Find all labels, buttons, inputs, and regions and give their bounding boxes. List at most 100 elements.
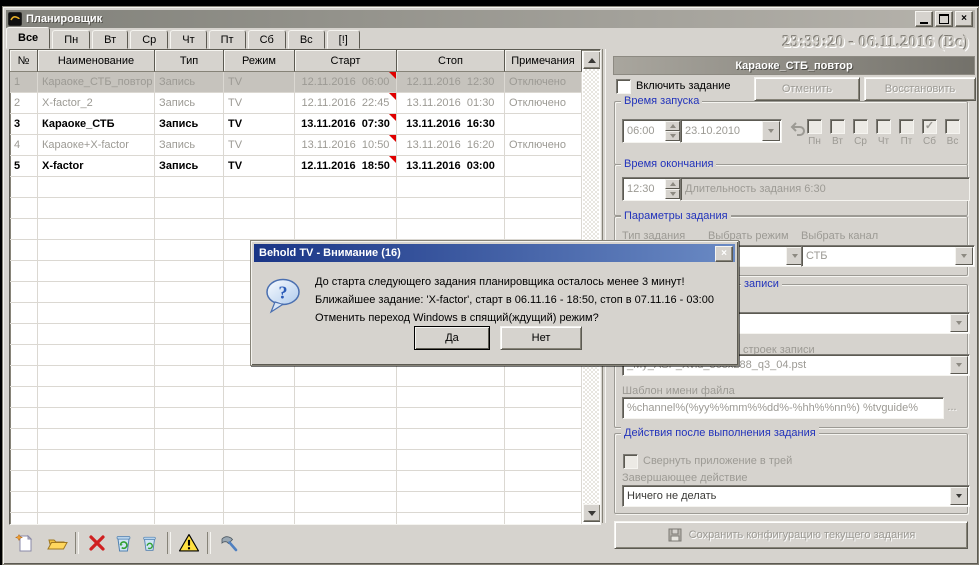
dialog-message: До старта следующего задания планировщик… [315, 273, 714, 327]
col-header-stop[interactable]: Стоп [397, 50, 505, 72]
cell-type: Запись [155, 156, 224, 177]
weekday-sat[interactable]: ✓Сб [918, 119, 941, 147]
scroll-down-button[interactable] [583, 504, 601, 522]
toolbar-separator [207, 532, 211, 554]
table-row[interactable]: 1 Караоке_СТБ_повтор Запись TV 12.11.201… [10, 72, 582, 93]
start-corner-mark [389, 114, 396, 121]
col-header-notes[interactable]: Примечания [505, 50, 582, 72]
cell-start: 13.11.2016 07:30 [295, 114, 397, 135]
table-row[interactable]: 4 Караоке+X-factor Запись TV 13.11.2016 … [10, 135, 582, 156]
tab-sat[interactable]: Сб [248, 30, 286, 49]
tab-fri[interactable]: Пт [209, 30, 246, 49]
arrow-up-icon [588, 58, 596, 63]
warnings-button[interactable] [176, 531, 202, 555]
maximize-button[interactable] [935, 11, 953, 27]
cell-note: Отключено [505, 135, 582, 156]
col-header-start[interactable]: Старт [295, 50, 397, 72]
table-row-empty [10, 198, 582, 219]
close-icon: × [961, 14, 967, 24]
cell-type: Запись [155, 93, 224, 114]
tab-sun[interactable]: Вс [288, 30, 325, 49]
spin-down-icon[interactable] [665, 131, 680, 141]
combo-arrow-icon[interactable] [955, 247, 973, 265]
enable-task-checkbox[interactable] [616, 79, 631, 94]
table-row[interactable]: 2 X-factor_2 Запись TV 12.11.2016 22:45 … [10, 93, 582, 114]
tab-tue[interactable]: Вт [92, 30, 128, 49]
cell-name: Караоке_СТБ [38, 114, 155, 135]
dialog-line-2: Ближайшее задание: 'X-factor', старт в 0… [315, 291, 714, 309]
weekday-fri[interactable]: Пт [895, 119, 918, 147]
cell-num: 4 [10, 135, 38, 156]
weekday-thu[interactable]: Чт [872, 119, 895, 147]
delete-task-button[interactable] [84, 531, 110, 555]
filename-template-field[interactable]: %channel%(%yy%%mm%%dd%-%hh%%nn%) %tvguid… [622, 397, 944, 419]
weekday-sun[interactable]: Вс [941, 119, 964, 147]
weekday-mon[interactable]: Пн [803, 119, 826, 147]
tab-thu[interactable]: Чт [170, 30, 206, 49]
start-corner-mark [389, 72, 396, 79]
col-header-num[interactable]: № [10, 50, 38, 72]
col-header-mode[interactable]: Режим [224, 50, 295, 72]
channel-label: Выбрать канал [801, 230, 878, 242]
tools-button[interactable] [216, 531, 242, 555]
tab-all[interactable]: Все [6, 27, 50, 49]
end-time-spinner[interactable]: 12:30 [622, 177, 682, 201]
close-icon: × [721, 249, 727, 259]
table-row-empty [10, 177, 582, 198]
no-button[interactable]: Нет [500, 326, 582, 350]
table-row-empty [10, 513, 582, 525]
cancel-button[interactable]: Отменить [754, 77, 860, 101]
table-row-empty [10, 387, 582, 408]
combo-arrow-icon[interactable] [950, 356, 968, 374]
save-config-button[interactable]: Сохранить конфигурацию текущего задания [614, 521, 968, 549]
new-task-button[interactable] [12, 531, 38, 555]
spin-up-icon[interactable] [665, 179, 680, 189]
enable-task-label: Включить задание [636, 80, 730, 92]
table-row-empty [10, 366, 582, 387]
spin-up-icon[interactable] [665, 121, 680, 131]
minimize-button[interactable] [915, 11, 933, 27]
col-header-name[interactable]: Наименование [38, 50, 155, 72]
restore-button[interactable]: Восстановить [864, 77, 976, 101]
dialog-close-button[interactable]: × [715, 246, 733, 262]
tab-wed[interactable]: Ср [130, 30, 168, 49]
question-icon: ? [264, 278, 302, 314]
start-time-spinner[interactable]: 06:00 [622, 119, 682, 143]
bottom-toolbar [9, 529, 599, 557]
cell-note [505, 156, 582, 177]
combo-arrow-icon[interactable] [762, 121, 780, 141]
yes-button[interactable]: Да [414, 326, 490, 350]
col-header-type[interactable]: Тип [155, 50, 224, 72]
recycle-timer-button[interactable] [110, 531, 136, 555]
scroll-up-button[interactable] [583, 51, 601, 69]
browse-button[interactable]: ... [941, 401, 963, 415]
combo-arrow-icon[interactable] [950, 487, 968, 505]
weekday-tue[interactable]: Вт [826, 119, 849, 147]
table-row[interactable]: 5 X-factor Запись TV 12.11.2016 18:50 13… [10, 156, 582, 177]
open-button[interactable] [44, 531, 70, 555]
dialog-line-1: До старта следующего задания планировщик… [315, 273, 714, 291]
table-row-empty [10, 429, 582, 450]
final-action-combo[interactable]: Ничего не делать [622, 485, 970, 507]
cell-mode: TV [224, 72, 295, 93]
weekday-wed[interactable]: Ср [849, 119, 872, 147]
table-row-empty [10, 450, 582, 471]
cell-name: X-factor_2 [38, 93, 155, 114]
tray-checkbox[interactable] [623, 454, 638, 469]
table-row[interactable]: 3 Караоке_СТБ Запись TV 13.11.2016 07:30… [10, 114, 582, 135]
tab-mon[interactable]: Пн [52, 30, 90, 49]
cell-num: 2 [10, 93, 38, 114]
toolbar-separator [75, 532, 79, 554]
record-group-label: записи [741, 278, 782, 290]
start-date-combo[interactable]: 23.10.2010 [680, 119, 782, 143]
combo-arrow-icon[interactable] [950, 314, 968, 332]
recycle-button[interactable] [136, 531, 162, 555]
new-task-icon [15, 533, 35, 553]
spin-down-icon[interactable] [665, 189, 680, 199]
channel-combo[interactable]: СТБ [801, 245, 975, 267]
close-button[interactable]: × [955, 11, 973, 27]
tab-alert[interactable]: [!] [327, 30, 360, 49]
cell-name: Караоке+X-factor [38, 135, 155, 156]
tray-checkbox-label: Свернуть приложение в трей [643, 455, 792, 467]
cell-stop: 13.11.2016 03:00 [397, 156, 505, 177]
